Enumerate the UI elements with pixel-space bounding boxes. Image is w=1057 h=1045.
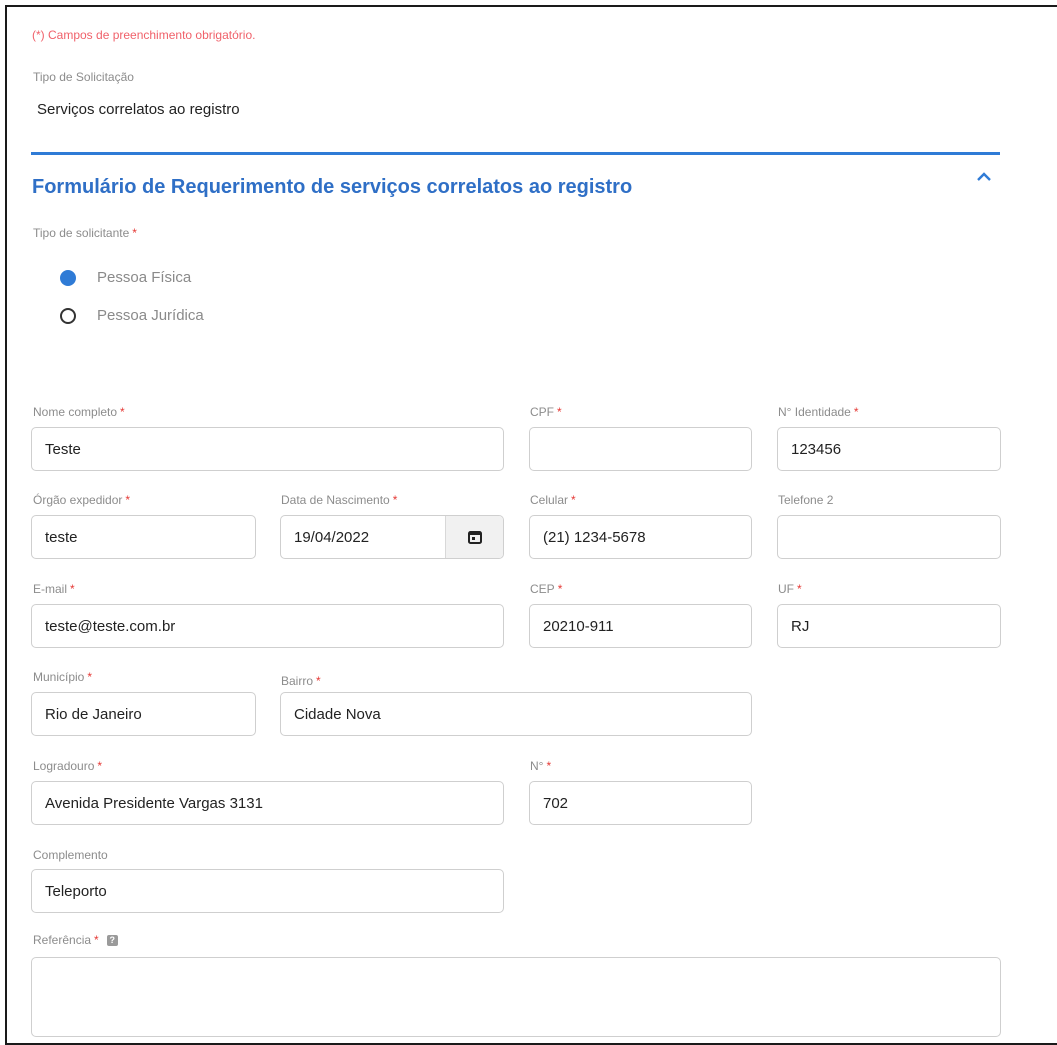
uf-input[interactable]: RJ [777, 604, 1001, 648]
referencia-label: Referência *? [33, 933, 118, 947]
nome-input[interactable]: Teste [31, 427, 504, 471]
radio-unselected-icon[interactable] [60, 307, 76, 324]
radio-selected-icon[interactable] [60, 269, 76, 286]
bairro-label: Bairro * [281, 674, 321, 688]
identidade-label: N° Identidade * [778, 405, 859, 419]
municipio-label: Município * [33, 670, 93, 684]
numero-input[interactable]: 702 [529, 781, 752, 825]
municipio-input[interactable]: Rio de Janeiro [31, 692, 256, 736]
cpf-label: CPF * [530, 405, 562, 419]
cep-label: CEP * [530, 582, 563, 596]
calendar-icon[interactable] [445, 516, 503, 558]
radio-pessoa-fisica[interactable]: Pessoa Física [60, 269, 191, 286]
section-title: Formulário de Requerimento de serviços c… [32, 176, 633, 198]
celular-label: Celular * [530, 493, 576, 507]
orgao-label: Órgão expedidor * [33, 493, 131, 507]
complemento-label: Complemento [33, 848, 108, 862]
logradouro-input[interactable]: Avenida Presidente Vargas 3131 [31, 781, 504, 825]
chevron-up-icon[interactable] [972, 165, 996, 189]
request-type-label: Tipo de Solicitação [33, 70, 134, 84]
required-mark: * [132, 226, 137, 240]
request-type-value: Serviços correlatos ao registro [37, 101, 240, 118]
requester-type-label: Tipo de solicitante * [33, 226, 137, 240]
email-input[interactable]: teste@teste.com.br [31, 604, 504, 648]
uf-label: UF * [778, 582, 802, 596]
section-divider [31, 152, 1000, 155]
orgao-input[interactable]: teste [31, 515, 256, 559]
email-label: E-mail * [33, 582, 75, 596]
nascimento-label: Data de Nascimento * [281, 493, 398, 507]
cpf-input[interactable] [529, 427, 752, 471]
bairro-input[interactable]: Cidade Nova [280, 692, 752, 736]
complemento-input[interactable]: Teleporto [31, 869, 504, 913]
help-icon[interactable]: ? [106, 935, 118, 946]
referencia-textarea[interactable] [31, 957, 1001, 1037]
required-fields-notice: (*) Campos de preenchimento obrigatório. [32, 28, 256, 42]
identidade-input[interactable]: 123456 [777, 427, 1001, 471]
nascimento-value: 19/04/2022 [294, 528, 370, 546]
nome-label: Nome completo * [33, 405, 125, 419]
telefone2-label: Telefone 2 [778, 493, 834, 507]
nascimento-input[interactable]: 19/04/2022 [280, 515, 504, 559]
telefone2-input[interactable] [777, 515, 1001, 559]
logradouro-label: Logradouro * [33, 759, 103, 773]
cep-input[interactable]: 20210-911 [529, 604, 752, 648]
radio-pessoa-juridica[interactable]: Pessoa Jurídica [60, 307, 204, 324]
numero-label: N° * [530, 759, 552, 773]
celular-input[interactable]: (21) 1234-5678 [529, 515, 752, 559]
